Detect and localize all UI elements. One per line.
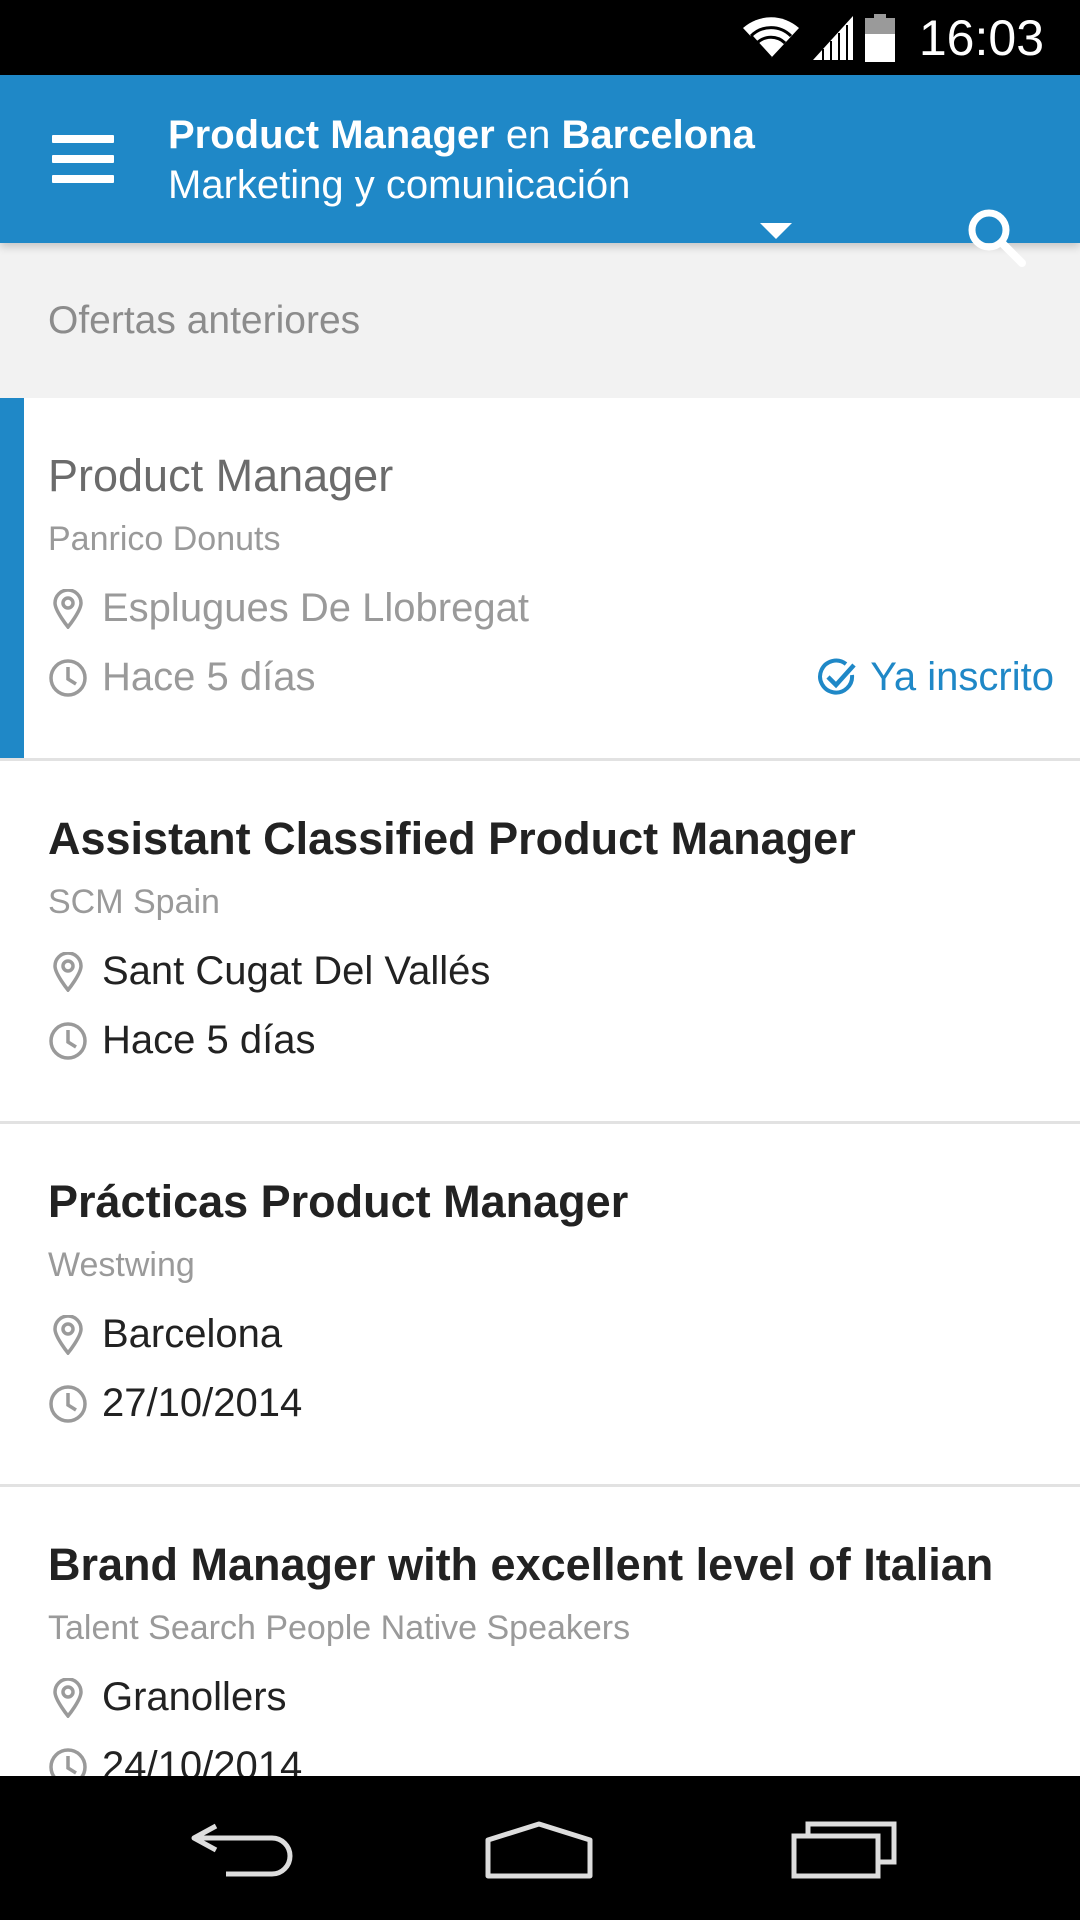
applied-indicator — [0, 398, 24, 758]
job-location: Sant Cugat Del Vallés — [48, 949, 490, 994]
clock-icon — [48, 1019, 88, 1063]
home-icon[interactable] — [484, 1812, 594, 1882]
job-title: Assistant Classified Product Manager — [48, 813, 856, 864]
status-time: 16:03 — [918, 9, 1044, 66]
applied-badge: Ya inscrito — [816, 655, 1054, 700]
job-item-assistant-classified-product-manager[interactable]: Assistant Classified Product Manager SCM… — [0, 761, 1080, 1124]
system-nav-bar — [0, 1776, 1080, 1920]
search-subtitle: Marketing y comunicación — [168, 163, 631, 207]
battery-icon — [864, 13, 895, 62]
clock-icon — [48, 656, 88, 700]
job-posted: Hace 5 días — [48, 1018, 315, 1063]
section-label: Ofertas anteriores — [48, 299, 361, 342]
job-location: Granollers — [48, 1675, 287, 1720]
location-pin-icon — [48, 587, 88, 631]
job-posted-text: 27/10/2014 — [102, 1381, 303, 1425]
job-company: Panrico Donuts — [48, 520, 281, 558]
status-bar: 16:03 — [0, 0, 1080, 75]
job-item-product-manager[interactable]: Product Manager Panrico Donuts Esplugues… — [0, 398, 1080, 761]
job-list: Product Manager Panrico Donuts Esplugues… — [0, 398, 1080, 1850]
clock-icon — [48, 1382, 88, 1426]
back-icon[interactable] — [186, 1812, 296, 1882]
job-location-text: Granollers — [102, 1675, 287, 1719]
section-header: Ofertas anteriores — [0, 243, 1080, 398]
job-company: Westwing — [48, 1246, 195, 1284]
job-location: Esplugues De Llobregat — [48, 586, 529, 631]
job-posted: Hace 5 días — [48, 655, 315, 700]
job-location-text: Sant Cugat Del Vallés — [102, 949, 491, 993]
job-posted-text: Hace 5 días — [102, 1018, 316, 1062]
job-posted-text: Hace 5 días — [102, 655, 316, 699]
location-pin-icon — [48, 950, 88, 994]
job-company: SCM Spain — [48, 883, 220, 921]
job-item-practicas-product-manager[interactable]: Prácticas Product Manager Westwing Barce… — [0, 1124, 1080, 1487]
hamburger-menu-icon[interactable] — [52, 135, 114, 183]
location-pin-icon — [48, 1313, 88, 1357]
title-role: Product Manager — [168, 113, 495, 157]
title-connector: en — [494, 113, 562, 157]
status-icons: 16:03 — [741, 0, 1044, 75]
cell-signal-icon — [812, 15, 853, 60]
job-title: Brand Manager with excellent level of It… — [48, 1539, 994, 1590]
search-icon[interactable] — [964, 205, 1028, 269]
wifi-icon — [742, 16, 799, 59]
job-title: Product Manager — [48, 450, 394, 501]
job-location: Barcelona — [48, 1312, 282, 1357]
search-title-line: Product Manager en Barcelona — [168, 110, 808, 160]
app-bar: Product Manager en Barcelona Marketing y… — [0, 75, 1080, 267]
search-title[interactable]: Product Manager en Barcelona Marketing y… — [168, 110, 808, 210]
job-posted: 27/10/2014 — [48, 1381, 302, 1426]
check-circle-icon — [818, 658, 856, 695]
dropdown-arrow-icon[interactable] — [760, 223, 792, 239]
job-location-text: Esplugues De Llobregat — [102, 586, 529, 630]
title-city: Barcelona — [561, 113, 755, 157]
job-location-text: Barcelona — [102, 1312, 283, 1356]
recent-apps-icon[interactable] — [790, 1812, 900, 1882]
job-company: Talent Search People Native Speakers — [48, 1609, 631, 1647]
applied-label: Ya inscrito — [870, 655, 1054, 699]
location-pin-icon — [48, 1676, 88, 1720]
job-title: Prácticas Product Manager — [48, 1176, 629, 1227]
